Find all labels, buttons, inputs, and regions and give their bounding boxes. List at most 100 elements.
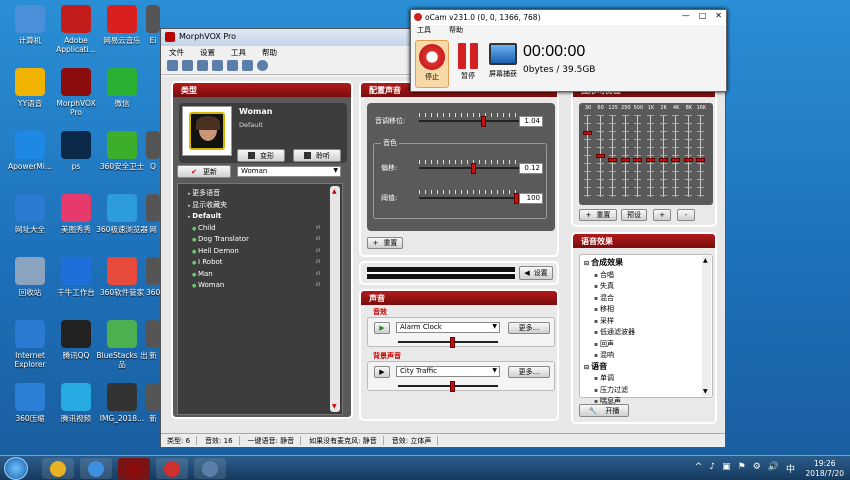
strength-value[interactable]: 100 (519, 193, 543, 204)
eq-band-knob[interactable] (696, 158, 706, 162)
voice-list-item[interactable]: ● I Robot ıll (184, 257, 342, 269)
desktop-icon[interactable]: 腾讯QQ (50, 320, 102, 360)
listen-button[interactable]: 聆听 (293, 149, 341, 162)
eq-band-slider[interactable] (671, 115, 681, 197)
desktop-icon[interactable]: 腾讯视频 (50, 383, 102, 423)
menu-item[interactable]: 设置 (200, 47, 215, 58)
screen-capture-button[interactable]: 屏幕捕获 (485, 40, 521, 88)
ocam-icon[interactable] (156, 458, 188, 479)
effect-volume-slider[interactable] (398, 337, 498, 348)
bias-value[interactable]: 0.12 (519, 163, 543, 174)
image-icon[interactable] (182, 60, 193, 71)
chart-icon[interactable] (227, 60, 238, 71)
voice-list-item[interactable]: ▸ 显示收藏夹 (184, 200, 342, 212)
tray-icon[interactable]: ▣ (722, 462, 731, 475)
voice-list-item[interactable]: ● Dog Translator ıll (184, 234, 342, 246)
effects-scrollbar[interactable]: ▲ ▼ (702, 256, 711, 396)
play-background-button[interactable]: ▶ (374, 366, 390, 378)
record-icon[interactable] (197, 60, 208, 71)
eq-band-slider[interactable] (595, 115, 605, 197)
slider-knob[interactable] (471, 163, 476, 174)
stop-button[interactable]: 停止 (415, 40, 449, 88)
desktop-icon[interactable]: 新 (146, 383, 160, 423)
effect-list-item[interactable]: ▪ 混合 (584, 293, 712, 305)
desktop-icon[interactable]: 360软件管家 (96, 257, 148, 297)
effect-list-item[interactable]: ⊟ 合成效果 (584, 258, 712, 270)
desktop-icon[interactable]: BlueStacks 出品 (96, 320, 148, 369)
eq-band-slider[interactable] (658, 115, 668, 197)
eq-add-button[interactable]: + (653, 209, 671, 221)
start-button[interactable] (4, 457, 28, 480)
pitch-value[interactable]: 1.04 (519, 116, 543, 127)
desktop-icon[interactable]: 网址大全 (4, 194, 56, 234)
background-select[interactable]: City Traffic (396, 366, 500, 377)
menu-item[interactable]: 工具 (417, 25, 431, 37)
desktop-icon[interactable]: 微信 (96, 68, 148, 108)
eq-band-knob[interactable] (671, 158, 681, 162)
desktop-icon[interactable]: 美图秀秀 (50, 194, 102, 234)
more-effects-button[interactable]: 更多... (508, 322, 550, 334)
voice-list-item[interactable]: ▸ Default (184, 211, 342, 223)
slider-knob[interactable] (450, 381, 455, 392)
update-button[interactable]: ✔ 更新 (177, 165, 231, 178)
background-volume-slider[interactable] (398, 381, 498, 392)
eq-band-knob[interactable] (595, 154, 605, 158)
eq-remove-button[interactable]: - (677, 209, 695, 221)
menu-item[interactable]: 工具 (231, 47, 246, 58)
ocam-title-bar[interactable]: oCam v231.0 (0, 0, 1366, 768) — □ ✕ (411, 10, 726, 25)
eq-band-slider[interactable] (696, 115, 706, 197)
close-icon[interactable]: ✕ (715, 11, 722, 20)
voice-list-scrollbar[interactable]: ▲ ▼ (330, 186, 340, 412)
tweak-effect-button[interactable]: 🔧 开播 (579, 404, 629, 417)
tray-icon[interactable]: ⚑ (738, 462, 746, 475)
desktop-icon[interactable]: ApowerMi... (4, 131, 56, 171)
maximize-icon[interactable]: □ (699, 11, 707, 20)
chrome-icon[interactable] (42, 458, 74, 479)
minimize-icon[interactable]: — (682, 11, 690, 20)
desktop-icon[interactable]: Adobe Applicati... (50, 5, 102, 54)
desktop-icon[interactable]: 网易云音乐 (96, 5, 148, 45)
timbre-strength-slider[interactable] (419, 190, 519, 204)
eq-band-slider[interactable] (633, 115, 643, 197)
effect-list-item[interactable]: ▪ 合唱 (584, 270, 712, 282)
tray-icon[interactable]: ^ (695, 462, 703, 475)
more-background-button[interactable]: 更多... (508, 366, 550, 378)
pause-button[interactable]: 暂停 (453, 40, 483, 88)
tray-icon[interactable]: 🔊 (768, 462, 779, 475)
voice-list-item[interactable]: ● Woman ıll (184, 280, 342, 292)
pitch-slider[interactable] (419, 113, 519, 127)
voice-list-item[interactable]: ▸ 更多语音 (184, 188, 342, 200)
effect-list-item[interactable]: ▪ 压力过滤 (584, 385, 712, 397)
menu-item[interactable]: 帮助 (262, 47, 277, 58)
desktop-icon[interactable]: 计算机 (4, 5, 56, 45)
effect-list-item[interactable]: ▪ 失真 (584, 281, 712, 293)
eq-preset-button[interactable]: 预设 (621, 209, 647, 221)
desktop-icon[interactable]: IMG_2018... (96, 383, 148, 423)
morph-button[interactable]: 变形 (237, 149, 285, 162)
open-icon[interactable] (167, 60, 178, 71)
360-browser-icon[interactable] (80, 458, 112, 479)
desktop-icon[interactable]: YY语音 (4, 68, 56, 108)
slider-knob[interactable] (450, 337, 455, 348)
desktop-icon[interactable]: MorphVOX Pro (50, 68, 102, 117)
desktop-icon[interactable]: 360压缩 (4, 383, 56, 423)
desktop-icon[interactable]: Ei (146, 5, 160, 45)
tray-icon[interactable]: 中 (786, 462, 795, 475)
effect-list-item[interactable]: ⊟ 语音 (584, 362, 712, 374)
voice-list-item[interactable]: ● Child ıll (184, 223, 342, 235)
desktop-icon[interactable]: 千牛工作台 (50, 257, 102, 297)
eq-band-knob[interactable] (633, 158, 643, 162)
desktop-icon[interactable]: 360极速浏览器 (96, 194, 148, 234)
effect-list-item[interactable]: ▪ 混响 (584, 350, 712, 362)
voice-select[interactable]: Woman (237, 166, 341, 177)
voice-list-item[interactable]: ● Man ıll (184, 269, 342, 281)
eq-band-knob[interactable] (620, 158, 630, 162)
timbre-bias-slider[interactable] (419, 160, 519, 174)
help-icon[interactable] (257, 60, 268, 71)
eq-band-slider[interactable] (608, 115, 618, 197)
effect-list-item[interactable]: ▪ 移相 (584, 304, 712, 316)
picture-icon[interactable] (242, 60, 253, 71)
effect-list-item[interactable]: ▪ 单调 (584, 373, 712, 385)
eq-reset-button[interactable]: + 重置 (579, 209, 617, 221)
desktop-icon[interactable]: 新 (146, 320, 160, 360)
